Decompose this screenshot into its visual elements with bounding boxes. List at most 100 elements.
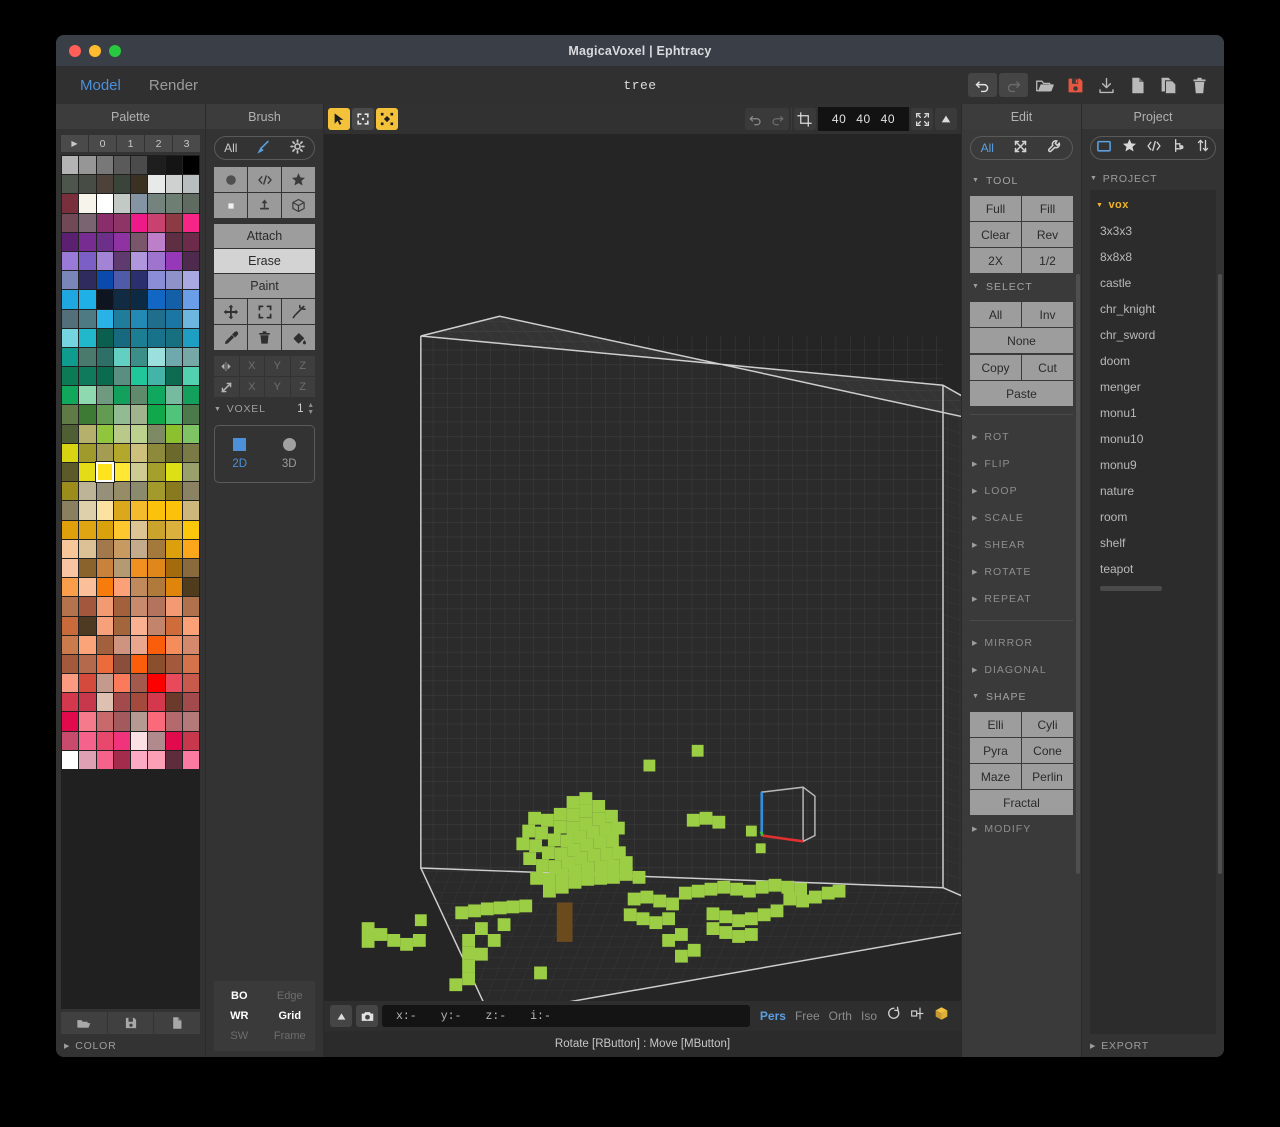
palette-swatch[interactable] <box>182 386 199 405</box>
toggle-grid[interactable]: Grid <box>265 1006 316 1026</box>
mirror-axis-x[interactable]: X <box>239 356 264 376</box>
palette-swatch[interactable] <box>165 520 182 539</box>
palette-swatch[interactable] <box>182 367 199 386</box>
paste-button[interactable]: Paste <box>970 381 1073 406</box>
palette-swatch[interactable] <box>148 654 165 674</box>
palette-swatch[interactable] <box>96 501 113 520</box>
palette-swatch[interactable] <box>182 539 199 558</box>
palette-swatch[interactable] <box>148 347 165 367</box>
edit-section-rot[interactable]: ▶ ROT <box>962 423 1081 450</box>
palette-swatch[interactable] <box>148 693 165 712</box>
shape-maze-button[interactable]: Maze <box>970 764 1021 789</box>
palette-swatch[interactable] <box>62 731 79 750</box>
list-item[interactable]: menger <box>1090 374 1216 400</box>
palette-swatch[interactable] <box>131 405 148 424</box>
palette-tab-1[interactable]: 1 <box>117 135 144 152</box>
palette-swatch[interactable] <box>131 712 148 731</box>
view-mode-2d[interactable]: 2D <box>215 426 265 482</box>
palette-swatch[interactable] <box>165 750 182 769</box>
toggle-wr[interactable]: WR <box>214 1006 265 1026</box>
brush-stamp[interactable] <box>248 193 281 218</box>
attach-button[interactable]: Attach <box>214 224 315 248</box>
palette-swatch[interactable] <box>79 443 96 462</box>
cut-button[interactable]: Cut <box>1022 355 1073 380</box>
palette-swatch[interactable] <box>182 520 199 539</box>
palette-swatch[interactable] <box>182 597 199 616</box>
edit-section-select[interactable]: ▼ SELECT <box>962 273 1081 300</box>
select-inv-button[interactable]: Inv <box>1022 302 1073 327</box>
palette-swatch[interactable] <box>62 539 79 558</box>
palette-swatch[interactable] <box>148 309 165 328</box>
palette-swatch[interactable] <box>96 367 113 386</box>
palette-swatch[interactable] <box>165 232 182 251</box>
delete-tool[interactable] <box>248 325 281 350</box>
palette-swatch[interactable] <box>79 578 96 597</box>
view-mode-3d[interactable]: 3D <box>265 426 315 482</box>
palette-swatch[interactable] <box>113 712 130 731</box>
palette-swatch[interactable] <box>96 156 113 175</box>
toggle-frame[interactable]: Frame <box>265 1026 316 1046</box>
palette-swatch[interactable] <box>96 443 113 462</box>
palette-swatch[interactable] <box>79 213 96 232</box>
eyedropper-tool[interactable] <box>214 325 247 350</box>
dimension-z[interactable]: 40 <box>881 112 895 126</box>
palette-swatch[interactable] <box>131 271 148 290</box>
shape-pyra-button[interactable]: Pyra <box>970 738 1021 763</box>
brush-all-label[interactable]: All <box>224 141 237 155</box>
palette-swatch[interactable] <box>165 463 182 482</box>
palette-swatch[interactable] <box>113 539 130 558</box>
mirror-axis-z[interactable]: Z <box>290 356 315 376</box>
palette-swatch[interactable] <box>182 731 199 750</box>
grid-plane-icon[interactable] <box>910 1006 925 1026</box>
palette-swatch[interactable] <box>182 251 199 271</box>
palette-swatch[interactable] <box>79 674 96 693</box>
palette-swatch[interactable] <box>113 482 130 501</box>
edit-section-rotate[interactable]: ▶ ROTATE <box>962 558 1081 585</box>
palette-swatch[interactable] <box>79 654 96 674</box>
move-tool[interactable] <box>214 299 247 324</box>
edit-scrollbar[interactable] <box>1076 274 1080 874</box>
paint-brush-icon[interactable] <box>256 139 272 158</box>
shuffle-icon[interactable] <box>1013 139 1028 157</box>
palette-swatch[interactable] <box>131 347 148 367</box>
palette-swatch[interactable] <box>62 309 79 328</box>
palette-swatch[interactable] <box>96 386 113 405</box>
palette-swatch[interactable] <box>113 175 130 194</box>
palette-swatch[interactable] <box>148 386 165 405</box>
palette-swatch[interactable] <box>62 578 79 597</box>
expand-panel-button[interactable] <box>330 1005 352 1027</box>
new-button[interactable] <box>1123 73 1152 97</box>
palette-swatch[interactable] <box>62 290 79 309</box>
diagonal-arrow-icon[interactable] <box>214 377 239 397</box>
shape-elli-button[interactable]: Elli <box>970 712 1021 737</box>
palette-swatch[interactable] <box>113 271 130 290</box>
palette-swatch[interactable] <box>113 386 130 405</box>
brush-cube[interactable] <box>282 193 315 218</box>
palette-swatch[interactable] <box>79 328 96 347</box>
palette-swatch[interactable] <box>165 501 182 520</box>
edit-section-diagonal[interactable]: ▶ DIAGONAL <box>962 656 1081 683</box>
tool-fill-button[interactable]: Fill <box>1022 196 1073 221</box>
palette-swatch[interactable] <box>148 539 165 558</box>
edit-section-shear[interactable]: ▶ SHEAR <box>962 531 1081 558</box>
palette-swatch[interactable] <box>131 213 148 232</box>
palette-swatch[interactable] <box>131 731 148 750</box>
palette-swatch[interactable] <box>96 405 113 424</box>
palette-swatch[interactable] <box>96 520 113 539</box>
palette-swatch[interactable] <box>96 251 113 271</box>
projection-pers[interactable]: Pers <box>760 1009 786 1023</box>
palette-swatch[interactable] <box>113 405 130 424</box>
palette-swatch[interactable] <box>62 482 79 501</box>
toggle-sw[interactable]: SW <box>214 1026 265 1046</box>
undo-button[interactable] <box>968 73 997 97</box>
list-item[interactable]: nature <box>1090 478 1216 504</box>
palette-swatch[interactable] <box>113 731 130 750</box>
export-section-toggle[interactable]: ▶ EXPORT <box>1082 1034 1224 1057</box>
project-section-toggle[interactable]: ▼ PROJECT <box>1082 167 1224 190</box>
palette-swatch[interactable] <box>62 674 79 693</box>
palette-swatch[interactable] <box>148 520 165 539</box>
edit-section-tool[interactable]: ▼ TOOL <box>962 167 1081 194</box>
palette-swatch[interactable] <box>96 578 113 597</box>
transform-tool[interactable] <box>376 108 398 130</box>
palette-swatch[interactable] <box>113 597 130 616</box>
